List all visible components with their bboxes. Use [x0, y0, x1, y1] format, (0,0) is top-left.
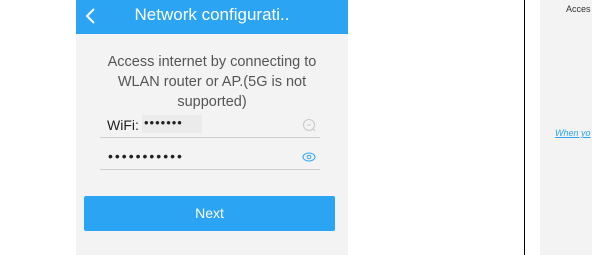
instruction-text: Access internet by connecting to WLAN ro…: [107, 54, 317, 110]
title-bar: Network configurati..: [76, 0, 348, 34]
wifi-field[interactable]: WiFi: •••••••: [100, 115, 320, 138]
next-button[interactable]: Next: [84, 196, 335, 231]
wifi-name-input[interactable]: •••••••: [142, 115, 202, 133]
adjacent-top-text: Acces: [566, 4, 591, 14]
adjacent-link[interactable]: When yo: [555, 128, 591, 138]
adjacent-screen: Acces When yo: [540, 0, 592, 255]
panel-divider: [524, 0, 525, 255]
page-title: Network configurati..: [134, 5, 290, 24]
password-field[interactable]: •••••••••••: [100, 147, 320, 170]
clear-circle-icon[interactable]: [302, 118, 316, 132]
password-input[interactable]: •••••••••••: [108, 148, 184, 164]
back-icon[interactable]: [82, 6, 100, 26]
wifi-label: WiFi:: [107, 117, 139, 133]
eye-icon[interactable]: [302, 150, 316, 164]
phone-screen: Network configurati.. Access internet by…: [76, 0, 348, 255]
